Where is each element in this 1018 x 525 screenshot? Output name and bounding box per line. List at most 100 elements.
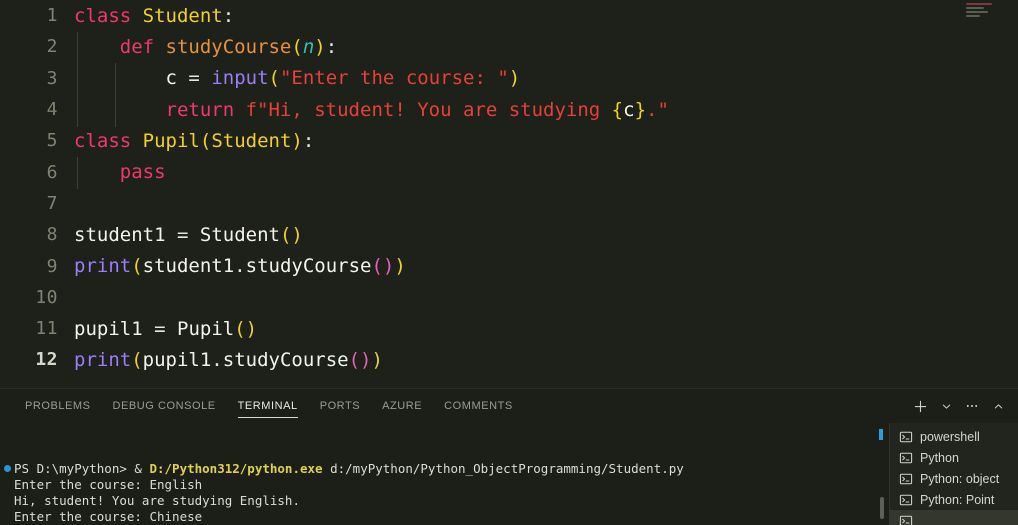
line-number: 7 xyxy=(0,193,74,214)
code-token xyxy=(74,36,120,58)
code-token xyxy=(154,36,165,58)
code-token xyxy=(200,67,211,89)
code-token: = xyxy=(177,224,188,246)
terminal-list-item[interactable]: powershell xyxy=(890,426,1018,447)
code-line[interactable]: 5class Pupil(Student): xyxy=(0,125,1018,156)
code-token: ." xyxy=(646,99,669,121)
code-tokens: def studyCourse(n): xyxy=(74,36,337,58)
code-token: return xyxy=(166,99,235,121)
terminal-list-item[interactable]: Python xyxy=(890,447,1018,468)
terminal-line: Enter the course: Chinese xyxy=(14,509,889,525)
code-line-text: def studyCourse(n): xyxy=(74,36,1018,58)
code-token: ) xyxy=(291,130,302,152)
code-token: student1 xyxy=(74,224,166,246)
code-token: pupil1 xyxy=(74,318,143,340)
panel-tabbar: PROBLEMSDEBUG CONSOLETERMINALPORTSAZUREC… xyxy=(0,389,1018,423)
terminal-list-item[interactable] xyxy=(890,510,1018,525)
code-token xyxy=(131,130,142,152)
tab-comments[interactable]: COMMENTS xyxy=(433,389,524,423)
terminal-list-item[interactable]: Python: Point xyxy=(890,489,1018,510)
code-token: Student xyxy=(200,224,280,246)
line-number: 9 xyxy=(0,256,74,277)
code-line[interactable]: 8student1 = Student() xyxy=(0,219,1018,250)
code-token: } xyxy=(635,99,646,121)
code-editor[interactable]: 1class Student:2 def studyCourse(n):3 c … xyxy=(0,0,1018,388)
terminal-text: Enter the course: Chinese xyxy=(14,509,202,524)
terminal-body: PS D:\myPython> & D:/Python312/python.ex… xyxy=(0,423,1018,525)
panel-more-actions-button[interactable] xyxy=(960,394,984,418)
scrollbar-thumb[interactable] xyxy=(880,497,884,519)
panel-collapse-button[interactable] xyxy=(986,394,1010,418)
launch-profile-button[interactable] xyxy=(934,394,958,418)
code-token: ( xyxy=(371,255,382,277)
code-token: print xyxy=(74,349,131,371)
code-tokens: class Pupil(Student): xyxy=(74,130,314,152)
minimap[interactable] xyxy=(960,0,1018,26)
code-token: = xyxy=(188,67,199,89)
code-line-text: student1 = Student() xyxy=(74,224,1018,246)
code-token xyxy=(234,99,245,121)
tab-terminal[interactable]: TERMINAL xyxy=(227,389,309,423)
code-line[interactable]: 12print(pupil1.studyCourse()) xyxy=(0,344,1018,375)
code-token xyxy=(131,5,142,27)
panel-tabs[interactable]: PROBLEMSDEBUG CONSOLETERMINALPORTSAZUREC… xyxy=(14,389,524,423)
code-token: student1 xyxy=(143,255,235,277)
terminal-text: PS D:\myPython> & xyxy=(14,461,149,476)
code-token: () xyxy=(280,224,303,246)
code-line[interactable]: 9print(student1.studyCourse()) xyxy=(0,250,1018,281)
code-token xyxy=(74,67,166,89)
code-token: Student xyxy=(143,5,223,27)
line-number: 4 xyxy=(0,99,74,120)
code-line[interactable]: 1class Student: xyxy=(0,0,1018,31)
chevron-up-icon xyxy=(992,400,1005,413)
code-line[interactable]: 4 return f"Hi, student! You are studying… xyxy=(0,94,1018,125)
code-line[interactable]: 6 pass xyxy=(0,156,1018,187)
terminal-list-item[interactable]: Python: object xyxy=(890,468,1018,489)
minimap-line xyxy=(966,3,992,5)
code-tokens: student1 = Student() xyxy=(74,224,303,246)
code-token: studyCourse xyxy=(166,36,292,58)
code-line[interactable]: 7 xyxy=(0,188,1018,219)
line-number: 12 xyxy=(0,349,74,370)
vscode-window: 1class Student:2 def studyCourse(n):3 c … xyxy=(0,0,1018,525)
terminal-scrollbar[interactable] xyxy=(876,423,889,525)
code-token: ) xyxy=(372,349,383,371)
code-token: { xyxy=(612,99,623,121)
code-token: ( xyxy=(131,349,142,371)
code-line[interactable]: 2 def studyCourse(n): xyxy=(0,31,1018,62)
code-token: class xyxy=(74,130,131,152)
code-token xyxy=(188,224,199,246)
ellipsis-icon xyxy=(965,399,979,413)
terminal-line: Enter the course: English xyxy=(14,477,889,493)
code-token: ) xyxy=(394,255,405,277)
code-tokens: return f"Hi, student! You are studying {… xyxy=(74,99,669,121)
code-line-text: pupil1 = Pupil() xyxy=(74,318,1018,340)
new-terminal-button[interactable] xyxy=(908,394,932,418)
chevron-down-icon xyxy=(940,400,953,413)
tab-problems[interactable]: PROBLEMS xyxy=(14,389,102,423)
code-token: Pupil xyxy=(143,130,200,152)
code-line-text: pass xyxy=(74,161,1018,183)
line-number: 3 xyxy=(0,68,74,89)
code-token: pupil1 xyxy=(143,349,212,371)
terminal-line: PS D:\myPython> & D:/Python312/python.ex… xyxy=(14,461,889,477)
minimap-line xyxy=(966,15,980,17)
code-token: : xyxy=(326,36,337,58)
code-line-text: class Student: xyxy=(74,5,1018,27)
code-line[interactable]: 3 c = input("Enter the course: ") xyxy=(0,63,1018,94)
code-lines-container[interactable]: 1class Student:2 def studyCourse(n):3 c … xyxy=(0,0,1018,376)
code-token: ( xyxy=(269,67,280,89)
code-token: ( xyxy=(291,36,302,58)
code-line[interactable]: 10 xyxy=(0,282,1018,313)
command-status-dot xyxy=(4,465,11,472)
tab-azure[interactable]: AZURE xyxy=(371,389,433,423)
panel-actions[interactable] xyxy=(908,389,1010,423)
terminal-output[interactable]: PS D:\myPython> & D:/Python312/python.ex… xyxy=(0,423,889,525)
terminal-instances-list[interactable]: powershell Python Python: objectPython: Po… xyxy=(889,423,1018,525)
terminal-list-item-label: Python xyxy=(920,451,959,465)
tab-debug-console[interactable]: DEBUG CONSOLE xyxy=(102,389,227,423)
code-token: ) xyxy=(509,67,520,89)
terminal-icon xyxy=(899,451,913,465)
code-line[interactable]: 11pupil1 = Pupil() xyxy=(0,313,1018,344)
tab-ports[interactable]: PORTS xyxy=(309,389,371,423)
